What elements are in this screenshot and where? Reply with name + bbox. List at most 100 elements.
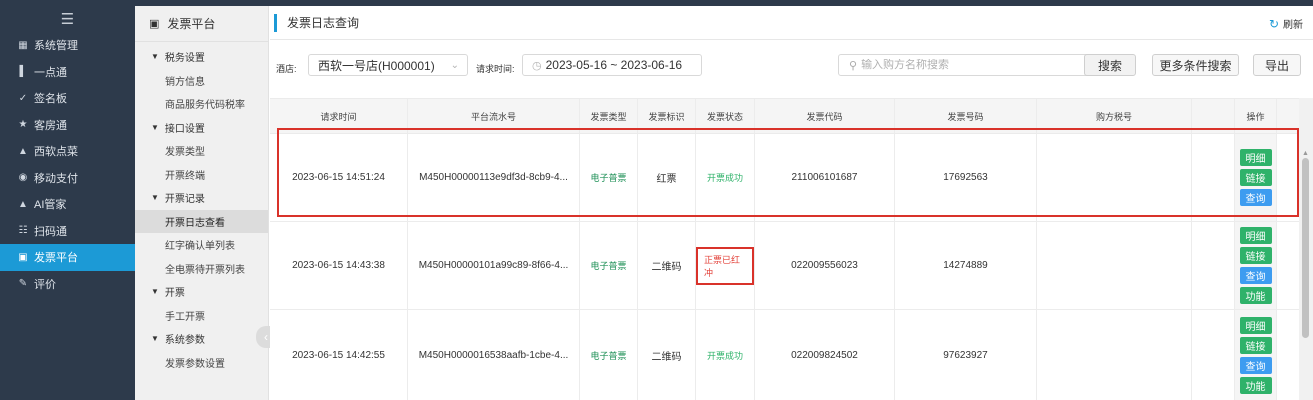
sub-item-label: 手工开票 <box>165 311 205 323</box>
sidebar-item-ai[interactable]: ▲ AI管家 <box>0 191 135 218</box>
sub-item-invoice-type[interactable]: 发票类型 <box>135 139 268 163</box>
sidebar-item-label: 系统管理 <box>34 40 78 53</box>
caret-down-icon: ▼ <box>151 122 159 132</box>
sub-group-interface[interactable]: ▼ 接口设置 <box>135 116 268 140</box>
robot-icon: ▲ <box>18 198 28 210</box>
sidebar-item-scan[interactable]: ☷ 扫码通 <box>0 218 135 245</box>
sub-item-red-confirm[interactable]: 红字确认单列表 <box>135 233 268 257</box>
scrollbar-thumb[interactable] <box>1302 158 1309 338</box>
cell-code: 022009824502 <box>755 310 895 400</box>
sub-item-terminal[interactable]: 开票终端 <box>135 163 268 187</box>
sub-group-params[interactable]: ▼ 系统参数 <box>135 327 268 351</box>
hotel-select-value: 西软一号店(H000001) <box>318 58 435 73</box>
sub-group-issue[interactable]: ▼ 开票 <box>135 280 268 304</box>
page-header: 发票日志查询 ↻ 刷新 <box>270 6 1313 40</box>
cell-buyer-tax <box>1037 134 1192 221</box>
scan-icon: ☷ <box>18 225 28 237</box>
col-header-code: 发票代码 <box>755 99 895 133</box>
cell-status: 开票成功 <box>696 310 755 400</box>
sidebar-item-review[interactable]: ✎ 评价 <box>0 271 135 298</box>
sub-item-manual-issue[interactable]: 手工开票 <box>135 304 268 328</box>
refresh-icon: ↻ <box>1268 16 1279 31</box>
sidebar-item-yidiantong[interactable]: ▌ 一点通 <box>0 59 135 86</box>
more-filters-label: 更多条件搜索 <box>1159 58 1232 73</box>
grid-icon: ▦ <box>18 39 28 51</box>
sub-item-invoice-params[interactable]: 发票参数设置 <box>135 351 268 375</box>
sidebar-item-system[interactable]: ▦ 系统管理 <box>0 32 135 59</box>
cell-serial: M450H00000113e9df3d-8cb9-4... <box>408 134 580 221</box>
sidebar-item-label: 移动支付 <box>34 172 78 185</box>
caret-down-icon: ▼ <box>151 287 159 297</box>
cell-type: 电子普票 <box>580 222 638 309</box>
chevron-left-icon: ‹ <box>264 330 268 344</box>
hotel-select[interactable]: 西软一号店(H000001) ⌄ <box>308 54 468 76</box>
table-row[interactable]: 2023-06-15 14:43:38 M450H00000101a99c89-… <box>270 222 1313 310</box>
search-button[interactable]: 搜索 <box>1084 54 1136 76</box>
function-button[interactable]: 功能 <box>1239 287 1272 304</box>
query-button[interactable]: 查询 <box>1239 357 1272 374</box>
sidebar-item-signpad[interactable]: ✓ 签名板 <box>0 85 135 112</box>
sub-group-label: 开票记录 <box>164 194 205 206</box>
hotel-label: 酒店: <box>276 64 297 74</box>
cell-ops: 明细 链接 查询 功能 <box>1235 310 1277 400</box>
col-header-status: 发票状态 <box>696 99 755 133</box>
sidebar-item-payment[interactable]: ◉ 移动支付 <box>0 165 135 192</box>
table-row[interactable]: 2023-06-15 14:51:24 M450H00000113e9df3d-… <box>270 134 1313 222</box>
sidebar-item-label: 签名板 <box>34 93 67 106</box>
cell-extra <box>1192 134 1235 221</box>
sub-group-tax[interactable]: ▼ 税务设置 <box>135 45 268 69</box>
detail-button[interactable]: 明细 <box>1239 317 1272 334</box>
export-button[interactable]: 导出 <box>1253 54 1301 76</box>
col-header-buyer-tax: 购方税号 <box>1037 99 1192 133</box>
caret-down-icon: ▼ <box>151 52 159 62</box>
hamburger-icon[interactable]: ☰ <box>0 6 135 32</box>
cell-flag: 红票 <box>638 134 696 221</box>
buyer-search-field[interactable]: ⚲ <box>838 54 1114 76</box>
main-menu-list: ▦ 系统管理 ▌ 一点通 ✓ 签名板 ★ 客房通 ▲ 西软点菜 ◉ 移动支付 ▲ AI管家 ☷… <box>0 32 135 297</box>
link-button[interactable]: 链接 <box>1239 169 1272 186</box>
sub-item-tax-code[interactable]: 商品服务代码税率 <box>135 92 268 116</box>
main-content: 发票日志查询 ↻ 刷新 酒店: 西软一号店(H000001) ⌄ 请求时间: ◷ 20… <box>270 6 1313 400</box>
sidebar-item-label: 西软点菜 <box>34 146 78 159</box>
cell-time: 2023-06-15 14:51:24 <box>270 134 408 221</box>
function-button[interactable]: 功能 <box>1239 377 1272 394</box>
cell-ops: 明细 链接 查询 功能 <box>1235 222 1277 309</box>
invoice-icon: ▣ <box>149 18 160 30</box>
sub-item-pending[interactable]: 全电票待开票列表 <box>135 257 268 281</box>
sidebar-item-ordering[interactable]: ▲ 西软点菜 <box>0 138 135 165</box>
sidebar-item-label: 客房通 <box>34 119 67 132</box>
sidebar-item-label: 一点通 <box>34 66 67 79</box>
invoice-icon: ▣ <box>18 251 28 263</box>
sub-group-records[interactable]: ▼ 开票记录 <box>135 186 268 210</box>
sidebar-item-invoice[interactable]: ▣ 发票平台 <box>0 244 135 271</box>
refresh-button[interactable]: ↻ 刷新 <box>1268 16 1303 32</box>
query-button[interactable]: 查询 <box>1239 267 1272 284</box>
sub-item-label: 开票日志查看 <box>165 217 225 229</box>
link-button[interactable]: 链接 <box>1239 337 1272 354</box>
sub-item-invoice-log[interactable]: 开票日志查看 <box>135 209 268 233</box>
col-header-flag: 发票标识 <box>638 99 696 133</box>
table-row[interactable]: 2023-06-15 14:42:55 M450H0000016538aafb-… <box>270 310 1313 400</box>
cell-buyer-tax <box>1037 222 1192 309</box>
search-input[interactable] <box>861 59 1062 71</box>
refresh-label: 刷新 <box>1283 20 1303 31</box>
sub-item-label: 开票终端 <box>165 170 205 182</box>
more-filters-button[interactable]: 更多条件搜索 <box>1152 54 1239 76</box>
scroll-up-icon[interactable]: ▲ <box>1302 150 1309 157</box>
query-button[interactable]: 查询 <box>1239 189 1272 206</box>
main-sidebar: ☰ ▦ 系统管理 ▌ 一点通 ✓ 签名板 ★ 客房通 ▲ 西软点菜 ◉ 移动支付 ▲ AI管家… <box>0 6 135 400</box>
filter-bar: 酒店: 西软一号店(H000001) ⌄ 请求时间: ◷ 2023-05-16 ~ … <box>270 40 1313 90</box>
detail-button[interactable]: 明细 <box>1239 227 1272 244</box>
sub-sidebar-header: ▣ 发票平台 <box>135 6 268 42</box>
caret-down-icon: ▼ <box>151 334 159 344</box>
link-button[interactable]: 链接 <box>1239 247 1272 264</box>
cell-type: 电子普票 <box>580 310 638 400</box>
table-scrollbar[interactable]: ▲ <box>1299 98 1313 400</box>
sidebar-item-label: 扫码通 <box>34 225 67 238</box>
sub-item-seller-info[interactable]: 销方信息 <box>135 69 268 93</box>
date-range-picker[interactable]: ◷ 2023-05-16 ~ 2023-06-16 <box>522 54 702 76</box>
col-header-type: 发票类型 <box>580 99 638 133</box>
detail-button[interactable]: 明细 <box>1239 149 1272 166</box>
sidebar-item-guestroom[interactable]: ★ 客房通 <box>0 112 135 139</box>
sidebar-item-label: AI管家 <box>34 199 67 212</box>
